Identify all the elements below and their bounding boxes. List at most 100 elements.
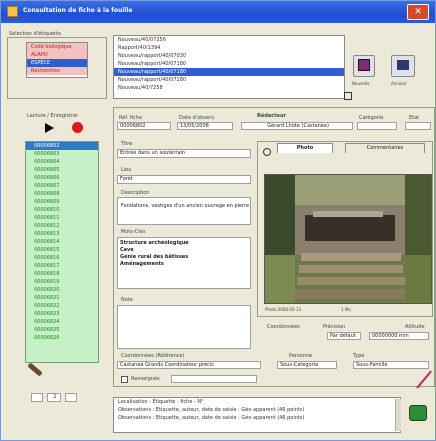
fiche-list-item[interactable]: 00006824 [26,318,98,326]
title-label: Titre [121,141,133,147]
log-area[interactable]: Localisation : Etiquette : fiche - N° Ob… [113,397,401,433]
altitude-label: Altitude [405,324,425,330]
fiche-list-item[interactable]: 00006808 [26,190,98,198]
cancel-button[interactable] [391,55,415,77]
log-line: Localisation : Etiquette : fiche - N° [118,399,204,405]
ref-coord-field[interactable]: Castanea Grands Coordinateur précis [117,361,261,369]
title-bar: Consultation de fiche à la fouille ✕ [1,1,435,23]
author-label: Rédacteur [257,113,286,119]
renseignes-field[interactable] [171,375,257,383]
altitude-field[interactable]: 00000000 mm [369,332,429,340]
records-list[interactable]: Nouveau/40/07256 Rapport/40/1394 Nouveau/r… [113,35,345,99]
fiche-list-item[interactable]: 00006822 [26,302,98,310]
coord-label: Coordonnées [267,324,300,330]
place-label: Lieu [121,167,132,173]
date-label: Date d'observ. [179,115,216,121]
record-item[interactable]: Nouveau/40/07256 [114,36,344,44]
fiche-list-item[interactable]: 00006810 [26,206,98,214]
fiche-list-item[interactable]: 00006820 [26,286,98,294]
record-item[interactable]: Nouveau/rapport/40/07180 [114,76,344,84]
fiche-list-item[interactable]: 00006812 [26,222,98,230]
description-field[interactable]: Fondations, vestiges d'un ancien ouvrage… [117,197,251,225]
fiche-list-item[interactable]: 00006817 [26,262,98,270]
coord-precision-field[interactable]: Par défaut [327,332,361,340]
state-label: Etat [409,115,420,121]
fiche-list-item[interactable]: 00006804 [26,158,98,166]
ref-coord-label: Coordonnées (Référence) [121,353,185,359]
new-record-button[interactable] [353,55,375,77]
fiche-list-item[interactable]: 00006805 [26,166,98,174]
fiche-list-item[interactable]: 00006815 [26,246,98,254]
list-item[interactable]: ESPÈCE [27,59,87,67]
author-field[interactable]: Gérard Lhôte (Castanea) [241,122,353,130]
pager-field-2[interactable] [65,393,77,402]
fiche-list-item[interactable]: 00006809 [26,198,98,206]
title-field[interactable]: Entrée dans un souterrain [117,149,251,158]
state-field[interactable] [405,122,431,130]
fiche-list-item[interactable]: 00006803 [26,150,98,158]
photo-image[interactable] [264,174,432,304]
fiche-list-item[interactable]: 00006818 [26,270,98,278]
fiche-list-item[interactable]: 00006814 [26,238,98,246]
record-item[interactable]: Nouveau/rapport/40/07180 [114,68,344,76]
close-button[interactable]: ✕ [407,4,429,20]
fiche-list-item[interactable]: 00006811 [26,214,98,222]
page-number[interactable]: 1 [47,393,61,402]
fiche-list[interactable]: 00006802 00006803 00006804 00006805 00006806… [25,141,99,363]
fiche-list-item[interactable]: 00006823 [26,310,98,318]
fiche-list-item[interactable]: 00006825 [26,326,98,334]
fiche-list-item[interactable]: 00006802 [26,142,98,150]
category-field[interactable] [357,122,397,130]
fiche-list-item[interactable]: 00006821 [26,294,98,302]
cancel-label: Annuler [391,81,407,86]
new-record-label: Nouvelle [352,81,370,86]
person-field[interactable]: Sous-Catégorie [277,361,337,369]
window-title: Consultation de fiche à la fouille [23,7,133,14]
keyword: Structure archéologique [120,240,189,246]
photo-size: 1 Mo [341,307,351,312]
note-label: Note [121,297,133,303]
description-label: Description [121,190,150,196]
fiche-list-item[interactable]: 00006807 [26,182,98,190]
person-label: Personne [289,353,313,359]
log-scrollbar[interactable] [395,399,401,431]
keyword: Cave [120,247,134,253]
record-item[interactable]: Nouveau/rapport/40/07180 [114,60,344,68]
list-item[interactable]: Code biologique [27,43,87,51]
wrench-icon[interactable] [27,362,43,377]
fiche-list-item[interactable]: 00006816 [26,254,98,262]
renseignes-label: Renseignés [131,376,160,382]
tab-photo[interactable]: Photo [277,143,333,153]
type-field[interactable]: Sous-Famille [353,361,429,369]
renseignes-checkbox[interactable] [121,376,128,383]
note-field[interactable] [117,305,251,349]
record-item[interactable]: Nouveau/rapport/40/07030 [114,52,344,60]
validate-icon[interactable] [409,405,427,421]
record-item[interactable]: Rapport/40/1394 [114,44,344,52]
fiche-list-item[interactable]: 00006813 [26,230,98,238]
fiche-list-item[interactable]: 00006806 [26,174,98,182]
pager-field[interactable] [31,393,43,402]
fiche-list-item[interactable]: 00006819 [26,278,98,286]
settings-icon[interactable] [344,92,352,100]
record-icon[interactable] [72,122,83,133]
keyword: Génie rural des bâtisses [120,254,189,260]
keywords-field[interactable]: Structure archéologique Cave Génie rural… [117,237,251,289]
log-line: Observations : Etiquette, auteur, date d… [118,407,305,413]
list-item[interactable]: ALAPO [27,51,87,59]
ref-field[interactable]: 00006802 [117,122,171,130]
etiquette-list[interactable]: Code biologique ALAPO ESPÈCE Recherches [26,42,88,78]
play-icon[interactable] [45,123,54,133]
place-field[interactable]: Forêt [117,175,251,184]
list-item[interactable]: Recherches [27,67,87,75]
keyword: Aménagements [120,261,164,267]
magnifier-icon[interactable] [263,148,271,156]
fiche-list-item[interactable]: 00006826 [26,334,98,342]
app-icon [7,6,18,17]
keywords-label: Mots-Clés [121,229,146,235]
precision-label: Précision [323,324,346,330]
selection-panel: Code biologique ALAPO ESPÈCE Recherches [7,37,107,99]
record-item[interactable]: Nouveau/40/7258 [114,84,344,92]
tab-comments[interactable]: Commentaires [345,143,425,153]
date-field[interactable]: 13/05/2008 [177,122,233,130]
